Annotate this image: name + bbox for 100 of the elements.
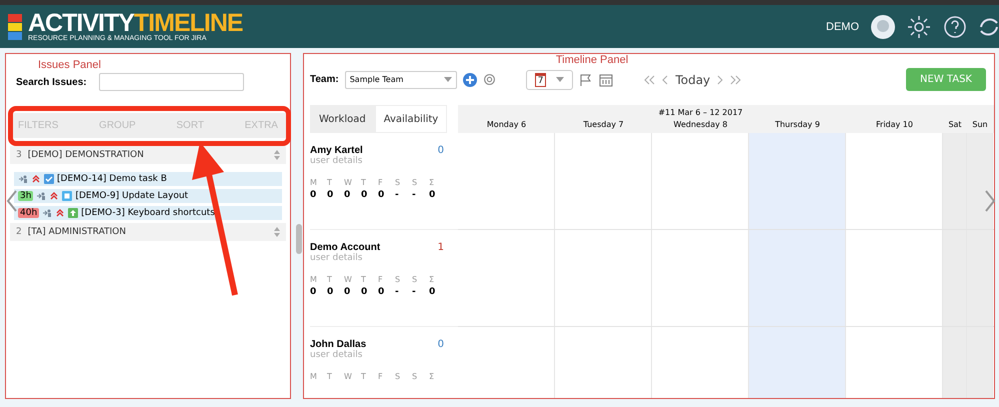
today-button[interactable]: Today [675, 72, 710, 86]
calendar-cell[interactable] [943, 230, 967, 326]
chevron-right-icon[interactable] [984, 190, 996, 212]
calendar-cell[interactable] [749, 133, 846, 229]
double-chevron-right-icon[interactable] [730, 74, 742, 84]
weekday-letter: F [378, 275, 384, 284]
issue-item[interactable]: 3h [DEMO-9] Update Layout [14, 189, 282, 203]
calendar-cell[interactable] [967, 230, 993, 326]
weekday-letter: T [361, 372, 367, 381]
workload-value: - [395, 190, 400, 200]
assignee-icon [36, 191, 46, 201]
workload-value: 0 [310, 287, 318, 297]
issue-item[interactable]: 40h [DEMO-3] Keyboard shortcuts [14, 206, 282, 220]
workload-value: 0 [378, 190, 386, 200]
chevron-left-icon[interactable] [6, 190, 18, 212]
square-icon [62, 191, 72, 201]
day-heading: Sat [947, 119, 963, 130]
weekday-letter: Σ [429, 178, 436, 187]
checkbox-icon [44, 174, 54, 184]
workload-value: - [412, 190, 417, 200]
day-heading: Wednesday 8 [672, 119, 728, 130]
add-icon[interactable] [462, 72, 477, 86]
issue-title: [DEMO-3] Keyboard shortcuts [81, 208, 215, 218]
calendar-select[interactable]: 7 [526, 70, 574, 90]
view-tab[interactable]: Workload [310, 105, 375, 133]
user-name[interactable]: Amy Kartel [310, 145, 363, 156]
workload-value: 0 [429, 190, 436, 200]
weekday-letter: M [310, 275, 318, 284]
assignee-icon [18, 174, 28, 184]
panel-annotation: Issues Panel [38, 59, 101, 71]
chevron-right-icon[interactable] [716, 74, 724, 84]
weekday-letter: F [378, 178, 384, 187]
calendar-cell[interactable] [749, 327, 846, 398]
weekday-letter: W [344, 275, 353, 284]
day-heading: Monday 6 [486, 119, 528, 130]
workload-value: 0 [429, 287, 436, 297]
workload-value: 0 [344, 190, 352, 200]
scrollbar[interactable] [296, 224, 302, 254]
day-heading: Tuesday 7 [582, 119, 625, 130]
priority-icon [31, 174, 41, 184]
double-chevron-left-icon[interactable] [643, 74, 656, 84]
hours-badge: 40h [18, 208, 40, 218]
hours-badge: 3h [18, 191, 34, 201]
weekday-letter: M [310, 178, 318, 187]
weekday-letter: F [378, 372, 384, 381]
group-count: 3 [16, 150, 22, 160]
caret-icon [556, 77, 564, 82]
avatar-icon[interactable] [871, 14, 895, 38]
workload-value: 0 [327, 190, 334, 200]
team-select[interactable]: Sample Team [344, 70, 457, 88]
weekday-letter: S [412, 275, 418, 284]
workload-value: - [395, 287, 400, 297]
weekday-letter: T [361, 275, 367, 284]
chevron-left-icon[interactable] [661, 74, 670, 84]
help-icon[interactable] [943, 14, 967, 38]
group-count: 2 [16, 227, 22, 237]
calendar-cell[interactable] [943, 327, 967, 398]
weekday-letter: W [344, 178, 353, 187]
assignee-icon [42, 208, 52, 218]
issue-title: [DEMO-14] Demo task B [57, 174, 167, 184]
day-heading: Thursday 9 [774, 119, 821, 130]
priority-icon [55, 208, 66, 218]
view-tab[interactable]: Availability [374, 105, 448, 133]
calendar-cell[interactable] [967, 133, 993, 229]
user-name: DEMO [826, 20, 859, 32]
calendar-cell[interactable] [749, 230, 846, 326]
sort-icon[interactable] [274, 150, 280, 160]
panel-annotation: Timeline Panel [556, 54, 628, 66]
sort-icon[interactable] [274, 227, 280, 237]
group-title: [TA] ADMINISTRATION [28, 227, 126, 237]
issue-item[interactable]: [DEMO-14] Demo task B [14, 172, 282, 186]
group-row[interactable]: 3 [DEMO] DEMONSTRATION [10, 146, 286, 164]
team-label: Team: [310, 74, 339, 85]
priority-icon [49, 191, 60, 201]
group-row[interactable]: 2 [TA] ADMINISTRATION [10, 223, 286, 241]
workload-value: 0 [310, 190, 318, 200]
weekday-letter: S [395, 275, 402, 284]
task-count: 0 [438, 145, 444, 156]
arrow-up-icon [68, 208, 78, 218]
flag-icon[interactable] [579, 72, 594, 86]
calendar-cell[interactable] [967, 327, 993, 398]
group-title: [DEMO] DEMONSTRATION [28, 150, 144, 160]
task-count: 1 [438, 242, 444, 253]
calendar-icon[interactable] [599, 72, 614, 86]
user-name[interactable]: Demo Account [310, 242, 380, 253]
workload-value: - [412, 287, 417, 297]
settings-icon[interactable] [482, 73, 496, 86]
search-field[interactable] [98, 73, 244, 91]
logo-icon [8, 14, 22, 40]
user-name[interactable]: John Dallas [310, 339, 366, 350]
day-heading: Sun [971, 119, 989, 130]
calendar-cell[interactable] [943, 133, 967, 229]
workload-value: 0 [378, 287, 386, 297]
task-count: 0 [438, 339, 444, 350]
workload-value: 0 [344, 287, 352, 297]
logo-text: ACTIVITYTIMELINE [28, 11, 243, 35]
weekday-letter: T [327, 275, 333, 284]
workload-value: 0 [327, 287, 334, 297]
day-heading: Friday 10 [875, 119, 914, 130]
weekday-letter: S [412, 372, 418, 381]
